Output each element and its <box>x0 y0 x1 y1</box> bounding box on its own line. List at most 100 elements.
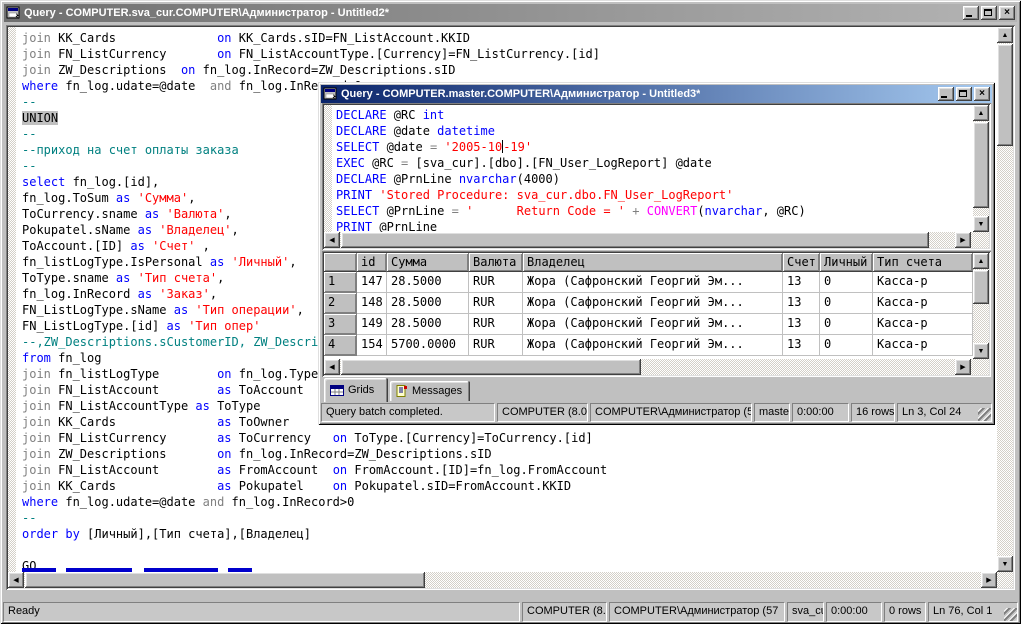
grid-header-cell[interactable]: Счет <box>783 253 820 272</box>
grid-cell[interactable]: Касса-р <box>873 335 973 356</box>
scroll-up-arrow[interactable]: ▲ <box>973 253 989 269</box>
resize-grip[interactable] <box>978 408 991 421</box>
code-line: -- <box>22 510 607 526</box>
scroll-down-arrow[interactable]: ▼ <box>997 556 1013 572</box>
code-segment: '2005-10 <box>444 140 503 154</box>
scroll-left-arrow[interactable]: ◀ <box>324 359 340 375</box>
code-segment: on <box>217 31 232 45</box>
grid-cell[interactable]: RUR <box>469 314 523 335</box>
code-line: join FN_ListCurrency on FN_ListAccountTy… <box>22 46 607 62</box>
grid-header-cell[interactable]: Тип счета <box>873 253 973 272</box>
grid-cell[interactable]: 0 <box>820 335 873 356</box>
grid-cell[interactable]: 149 <box>357 314 387 335</box>
grid-cell[interactable]: Жора (Сафронский Георгий Эм... <box>523 293 783 314</box>
inner-sql-editor[interactable]: DECLARE @RC int DECLARE @date datetime SEL… <box>322 103 991 250</box>
grid-cell[interactable]: 154 <box>357 335 387 356</box>
code-segment: Pokupatel.sName <box>22 223 138 237</box>
scroll-left-arrow[interactable]: ◀ <box>324 232 340 248</box>
code-segment: FromAccount.[ID]=fn_log.FromAccount <box>347 463 608 477</box>
grid-cell[interactable]: Жора (Сафронский Георгий Эм... <box>523 335 783 356</box>
maximize-button[interactable] <box>981 6 997 20</box>
code-segment: FN_ListAccount <box>58 463 218 477</box>
inner-editor-vscrollbar[interactable]: ▲ ▼ <box>973 105 989 232</box>
grid-cell[interactable]: 0 <box>820 272 873 293</box>
scroll-left-arrow[interactable]: ◀ <box>8 572 24 588</box>
grid-cell[interactable]: 1 <box>324 272 357 293</box>
grid-cell[interactable]: 0 <box>820 293 873 314</box>
scroll-right-arrow[interactable]: ▶ <box>955 359 971 375</box>
code-segment: on <box>217 47 232 61</box>
grid-header-cell[interactable]: Валюта <box>469 253 523 272</box>
scrollbar-corner <box>971 232 989 248</box>
scrollbar-corner <box>971 359 989 375</box>
maximize-button[interactable] <box>956 87 972 101</box>
scroll-down-arrow[interactable]: ▼ <box>973 216 989 232</box>
grid-table: id Сумма Валюта Владелец Счет Личный Тип счета… <box>324 253 973 359</box>
close-button[interactable]: × <box>999 6 1015 20</box>
grid-cell[interactable]: 0 <box>820 314 873 335</box>
grid-cell[interactable]: 5700.0000 <box>387 335 469 356</box>
grid-cell[interactable]: Жора (Сафронский Георгий Эм... <box>523 314 783 335</box>
grid-cell[interactable]: 13 <box>783 314 820 335</box>
grid-header-cell[interactable] <box>324 253 357 272</box>
code-segment: join <box>22 47 59 61</box>
code-segment: join <box>22 463 59 477</box>
inner-titlebar[interactable]: Query - COMPUTER.master.COMPUTER\Админис… <box>321 85 992 103</box>
grid-cell[interactable]: RUR <box>469 272 523 293</box>
grid-icon <box>330 384 344 396</box>
grid-cell[interactable]: Жора (Сафронский Георгий Эм... <box>523 272 783 293</box>
code-segment: -- <box>22 159 37 173</box>
grid-row: 3 149 28.5000 RUR Жора (Сафронский Георгий Э… <box>324 314 973 335</box>
status-exec-time: 0:00:00 <box>826 602 882 622</box>
grid-cell[interactable]: 4 <box>324 335 357 356</box>
grid-cell[interactable]: Касса-р <box>873 293 973 314</box>
scroll-thumb[interactable] <box>973 122 989 208</box>
tab-messages[interactable]: Messages <box>390 381 470 401</box>
grid-cell[interactable]: 13 <box>783 293 820 314</box>
scroll-up-arrow[interactable]: ▲ <box>973 105 989 121</box>
scroll-up-arrow[interactable]: ▲ <box>997 27 1013 43</box>
grid-vscrollbar[interactable]: ▲ ▼ <box>973 253 989 359</box>
grid-cell[interactable]: 13 <box>783 272 820 293</box>
grid-cell[interactable]: Касса-р <box>873 314 973 335</box>
grid-cell[interactable]: 28.5000 <box>387 314 469 335</box>
grid-cell[interactable]: 13 <box>783 335 820 356</box>
scroll-right-arrow[interactable]: ▶ <box>955 232 971 248</box>
grid-cell[interactable]: Касса-р <box>873 272 973 293</box>
outer-titlebar[interactable]: Query - COMPUTER.sva_cur.COMPUTER\Админи… <box>4 4 1017 22</box>
tab-grids[interactable]: Grids <box>324 378 388 402</box>
grid-header-cell[interactable]: Сумма <box>387 253 469 272</box>
code-segment: , <box>231 223 239 237</box>
grid-cell[interactable]: 148 <box>357 293 387 314</box>
scroll-down-arrow[interactable]: ▼ <box>973 343 989 359</box>
scroll-thumb[interactable] <box>25 572 425 588</box>
close-button[interactable]: × <box>974 87 990 101</box>
grid-header-cell[interactable]: Личный <box>820 253 873 272</box>
inner-editor-hscrollbar[interactable]: ◀ ▶ <box>324 232 971 248</box>
scroll-thumb[interactable] <box>997 44 1013 146</box>
grid-cell[interactable]: 28.5000 <box>387 272 469 293</box>
grid-cell[interactable]: 2 <box>324 293 357 314</box>
grid-cell[interactable]: RUR <box>469 293 523 314</box>
minimize-button[interactable] <box>963 6 979 20</box>
scrollbar-corner <box>997 572 1013 588</box>
resize-grip[interactable] <box>1004 608 1017 621</box>
scroll-thumb[interactable] <box>973 270 989 304</box>
grid-cell[interactable]: 3 <box>324 314 357 335</box>
outer-editor-hscrollbar[interactable]: ◀ ▶ <box>8 572 997 588</box>
scroll-thumb[interactable] <box>341 232 929 248</box>
scroll-thumb[interactable] <box>341 359 641 375</box>
grid-cell[interactable]: 147 <box>357 272 387 293</box>
grid-cell[interactable]: 28.5000 <box>387 293 469 314</box>
grid-cell[interactable]: RUR <box>469 335 523 356</box>
outer-editor-vscrollbar[interactable]: ▲ ▼ <box>997 27 1013 572</box>
grid-header-cell[interactable]: id <box>357 253 387 272</box>
grid-header-cell[interactable]: Владелец <box>523 253 783 272</box>
scroll-right-arrow[interactable]: ▶ <box>981 572 997 588</box>
inner-sql-code: DECLARE @RC int DECLARE @date datetime SEL… <box>336 107 806 235</box>
grid-hscrollbar[interactable]: ◀ ▶ <box>324 359 971 375</box>
results-grid[interactable]: id Сумма Валюта Владелец Счет Личный Тип счета… <box>322 251 991 377</box>
code-segment: FN_ListCurrency <box>58 47 218 61</box>
minimize-button[interactable] <box>938 87 954 101</box>
